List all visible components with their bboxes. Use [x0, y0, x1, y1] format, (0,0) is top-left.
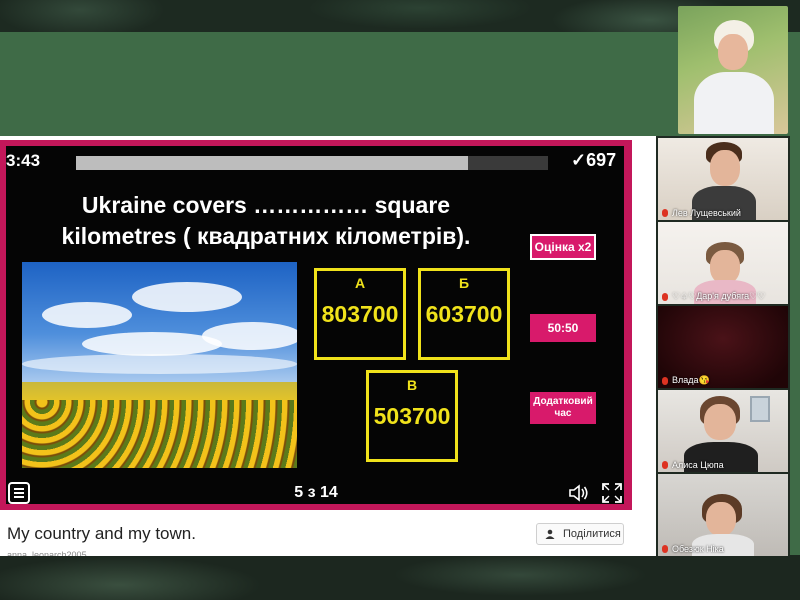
quiz-controls: 5 з 14	[6, 482, 624, 504]
timer-progress-fill	[76, 156, 468, 170]
menu-icon[interactable]	[8, 482, 30, 504]
presenter-video[interactable]	[678, 6, 788, 134]
share-button[interactable]: Поділитися	[536, 523, 624, 545]
participant-tile[interactable]: ♡♤♡Дар'я дубяга♡♡	[658, 222, 788, 304]
background-leaves-bottom	[0, 555, 800, 600]
participant-name: Лев Лущевський	[672, 208, 741, 218]
answer-option-a[interactable]: А 803700	[314, 268, 406, 360]
answer-option-c[interactable]: В 503700	[366, 370, 458, 462]
presenter-face	[718, 34, 748, 70]
answer-value: 503700	[373, 403, 451, 429]
user-icon	[545, 529, 555, 539]
participant-tile[interactable]: Алиса Цюпа	[658, 390, 788, 472]
quiz-slide: 3:43 ✓697 Ukraine covers …………… square ki…	[6, 146, 624, 504]
answer-option-b[interactable]: Б 603700	[418, 268, 510, 360]
double-points-button[interactable]: Оцінка x2	[530, 234, 596, 260]
background-right-strip	[790, 136, 800, 556]
answer-value: 803700	[321, 301, 399, 327]
quiz-author: anna_leonarch2005	[7, 550, 87, 556]
participant-tile[interactable]: Обезюк Ніка	[658, 474, 788, 556]
sunflower-field	[22, 382, 297, 468]
presenter-body	[694, 72, 774, 134]
quiz-title: My country and my town.	[7, 524, 196, 543]
quiz-frame: 3:43 ✓697 Ukraine covers …………… square ki…	[0, 140, 632, 510]
quiz-title-row: My country and my town. Поділитися	[0, 520, 632, 548]
extra-time-button[interactable]: Додатковий час	[530, 392, 596, 424]
participant-tile[interactable]: Влада😘	[658, 306, 788, 388]
fullscreen-icon[interactable]	[602, 483, 622, 503]
quiz-timer: 3:43	[6, 151, 41, 170]
quiz-score: ✓697	[571, 150, 617, 170]
share-label: Поділитися	[563, 528, 621, 540]
answer-letter: А	[354, 275, 366, 291]
speaker-icon[interactable]	[568, 484, 590, 502]
timer-progress-bar	[76, 156, 548, 170]
participant-name: Обезюк Ніка	[672, 544, 724, 554]
sunflower-field-image	[22, 262, 297, 468]
fifty-fifty-button[interactable]: 50:50	[530, 314, 596, 342]
question-line-2: kilometres ( квадратних кілометрів).	[61, 223, 471, 249]
question-counter: 5 з 14	[294, 484, 338, 501]
participant-name: Влада😘	[672, 375, 710, 385]
question-line-1: Ukraine covers …………… square	[81, 192, 451, 218]
answer-value: 603700	[425, 301, 503, 327]
participant-tile[interactable]: Лев Лущевський	[658, 138, 788, 220]
question-text: Ukraine covers …………… square kilometres (…	[16, 190, 516, 252]
answer-letter: Б	[458, 275, 470, 291]
answer-letter: В	[406, 377, 418, 393]
participant-name: Алиса Цюпа	[672, 460, 724, 470]
participant-name: ♡♤♡Дар'я дубяга♡♡	[672, 291, 766, 301]
